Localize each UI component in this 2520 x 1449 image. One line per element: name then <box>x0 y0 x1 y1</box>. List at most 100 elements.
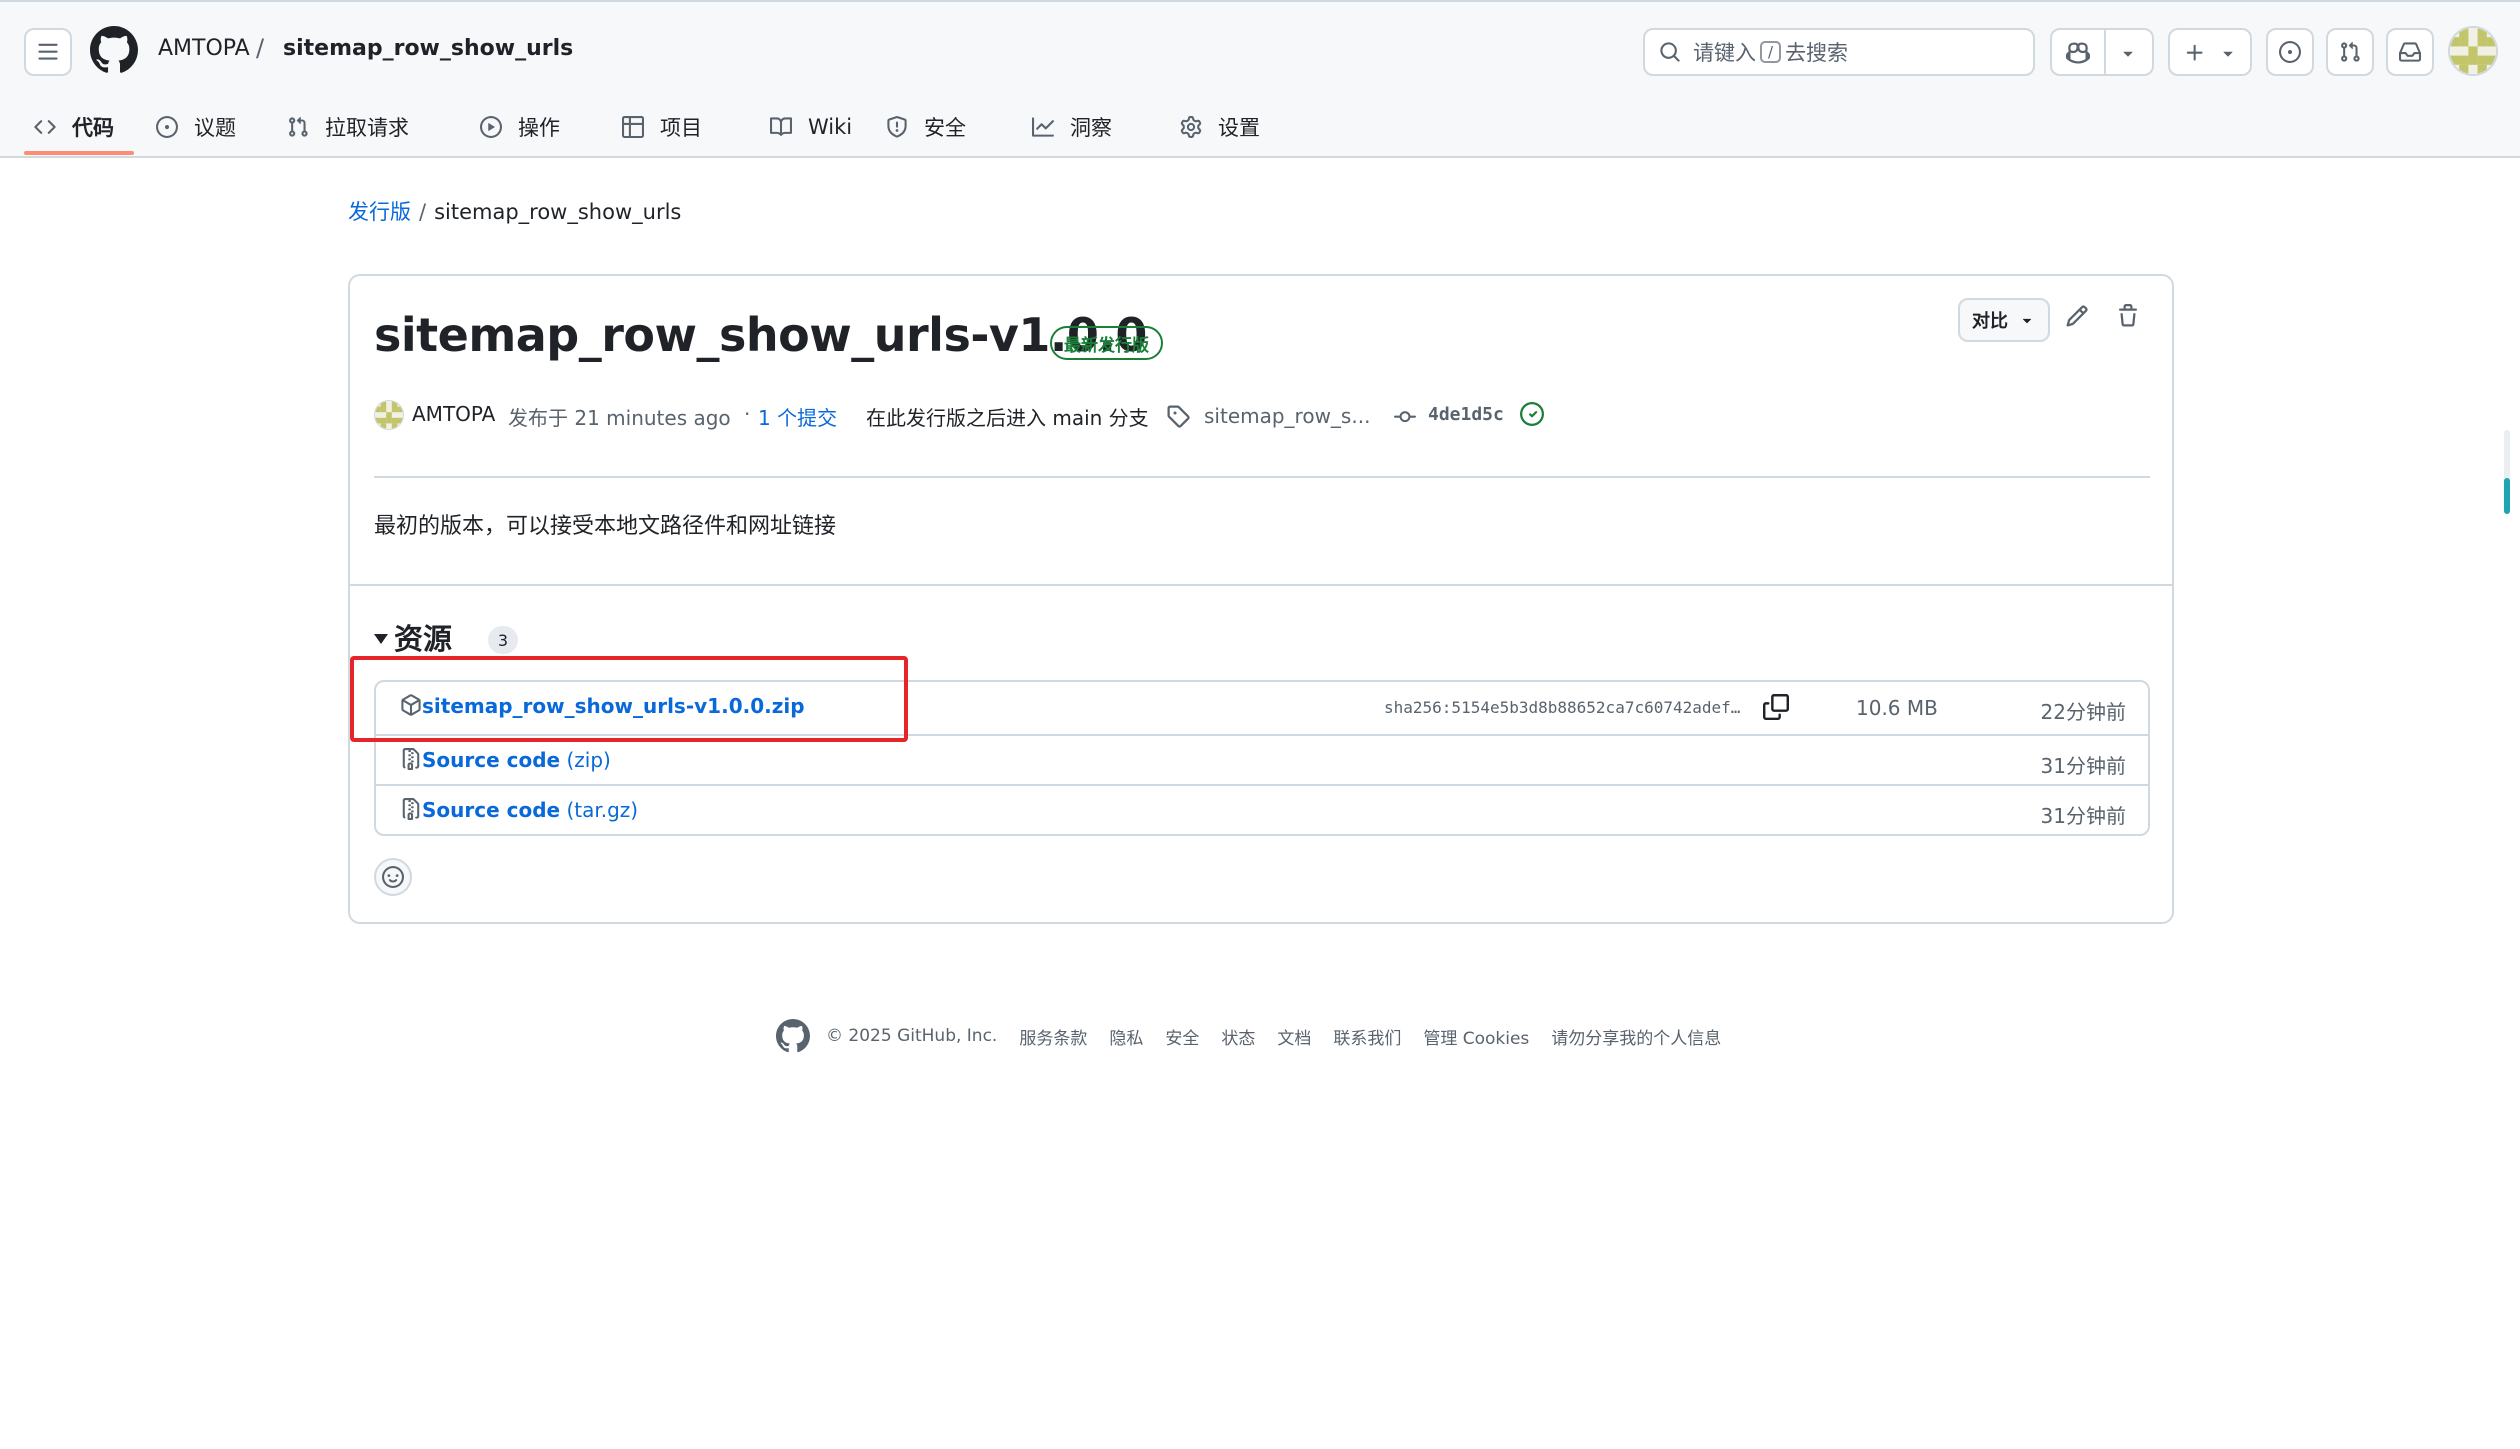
tab-label: 洞察 <box>1070 116 1112 140</box>
issue-opened-icon <box>2279 41 2301 63</box>
your-issues-button[interactable] <box>2266 28 2314 76</box>
tag-icon <box>1167 405 1190 428</box>
scrollbar-thumb[interactable] <box>2504 478 2510 514</box>
asset-size: 10.6 MB <box>1856 696 1938 720</box>
list-item: Source code (tar.gz) 31分钟前 <box>376 784 2148 834</box>
release-title[interactable]: sitemap_row_show_urls-v1.0.0 <box>374 308 1147 362</box>
tab-security[interactable]: 安全 <box>886 98 966 156</box>
footer-link-contact[interactable]: 联系我们 <box>1333 1024 1401 1049</box>
create-new-button[interactable] <box>2168 28 2252 76</box>
git-pull-request-icon <box>2341 41 2360 62</box>
search-input[interactable]: 请键入 / 去搜索 <box>1643 28 2035 76</box>
footer-link-terms[interactable]: 服务条款 <box>1019 1024 1087 1049</box>
meta-divider <box>374 476 2150 478</box>
commits-since-link[interactable]: 1 个提交 <box>758 402 837 431</box>
footer-link-security[interactable]: 安全 <box>1165 1024 1199 1049</box>
highlight-annotation <box>350 656 908 742</box>
repo-nav: 代码 议题 拉取请求 操作 项目 Wiki 安全 洞察 设置 <box>0 98 2520 156</box>
file-zip-icon <box>402 748 420 770</box>
assets-toggle[interactable]: 资源 <box>374 616 452 658</box>
tag-link[interactable]: sitemap_row_s... <box>1204 404 1370 428</box>
release-card: sitemap_row_show_urls-v1.0.0 最新发行版 对比 AM… <box>348 274 2174 924</box>
assets-heading: 资源 <box>394 622 453 656</box>
add-reaction-button[interactable] <box>374 858 412 896</box>
tab-wiki[interactable]: Wiki <box>770 98 852 156</box>
copilot-icon[interactable] <box>2066 41 2090 65</box>
chevron-down-icon <box>2022 318 2032 324</box>
file-zip-icon <box>402 798 420 820</box>
issue-opened-icon <box>156 116 178 138</box>
github-logo-icon[interactable] <box>90 26 138 74</box>
footer-link-cookies[interactable]: 管理 Cookies <box>1423 1024 1529 1049</box>
tab-projects[interactable]: 项目 <box>622 98 702 156</box>
shield-icon <box>887 116 907 138</box>
your-pull-requests-button[interactable] <box>2326 28 2374 76</box>
identicon-icon <box>375 401 403 429</box>
footer-link-status[interactable]: 状态 <box>1221 1024 1255 1049</box>
tab-pull-requests[interactable]: 拉取请求 <box>287 98 409 156</box>
asset-time: 31分钟前 <box>2040 804 2126 828</box>
git-commit-icon <box>1394 411 1416 423</box>
tab-label: Wiki <box>808 115 853 139</box>
tab-label: 议题 <box>194 116 236 140</box>
footer-link-privacy[interactable]: 隐私 <box>1109 1024 1143 1049</box>
active-tab-indicator <box>24 151 134 155</box>
tab-actions[interactable]: 操作 <box>480 98 560 156</box>
commits-since-text: 在此发行版之后进入 main 分支 <box>866 406 1149 430</box>
footer: © 2025 GitHub, Inc. 服务条款 隐私 安全 状态 文档 联系我… <box>776 1018 1721 1054</box>
plus-icon <box>2186 44 2203 61</box>
release-meta: AMTOPA 发布于 21 minutes ago · 1 个提交 在此发行版之… <box>374 398 2154 430</box>
asset-link[interactable]: Source code (tar.gz) <box>422 798 638 822</box>
compare-button[interactable]: 对比 <box>1958 298 2050 342</box>
tab-label: 项目 <box>660 116 702 140</box>
releases-link[interactable]: 发行版 <box>348 200 411 224</box>
code-icon <box>34 120 56 134</box>
footer-link-docs[interactable]: 文档 <box>1277 1024 1311 1049</box>
commit-sha-link[interactable]: 4de1d5c <box>1428 404 1504 425</box>
table-icon <box>622 116 644 138</box>
identicon-icon <box>2450 28 2496 74</box>
asset-time: 22分钟前 <box>2040 700 2126 724</box>
tab-insights[interactable]: 洞察 <box>1032 98 1112 156</box>
avatar[interactable] <box>2448 26 2498 76</box>
verified-check-icon[interactable] <box>1520 402 1544 426</box>
breadcrumb-separator: / <box>419 200 427 224</box>
gear-icon <box>1180 116 1202 138</box>
search-shortcut-key: / <box>1760 41 1782 63</box>
copy-icon[interactable] <box>1763 694 1789 720</box>
tab-label: 安全 <box>924 116 966 140</box>
tab-issues[interactable]: 议题 <box>156 98 236 156</box>
chevron-down-icon[interactable] <box>2118 43 2138 63</box>
play-icon <box>480 116 502 138</box>
pencil-icon[interactable] <box>2065 304 2089 328</box>
published-time: 发布于 21 minutes ago <box>508 406 731 430</box>
breadcrumb-separator: / <box>256 34 265 62</box>
tab-label: 拉取请求 <box>325 116 409 140</box>
tab-label: 操作 <box>518 116 560 140</box>
chevron-down-icon <box>2223 51 2233 57</box>
asset-link[interactable]: Source code (zip) <box>422 748 611 772</box>
release-notes: 最初的版本，可以接受本地文路径件和网址链接 <box>374 514 837 539</box>
owner-link[interactable]: AMTOPA <box>158 36 250 61</box>
tab-settings[interactable]: 设置 <box>1180 98 1260 156</box>
notifications-button[interactable] <box>2386 28 2434 76</box>
author-avatar[interactable] <box>374 400 404 430</box>
graph-icon <box>1032 117 1054 137</box>
tab-code[interactable]: 代码 <box>34 98 114 156</box>
breadcrumb: 发行版 / sitemap_row_show_urls <box>348 196 681 226</box>
search-icon <box>1660 42 1680 62</box>
repo-link[interactable]: sitemap_row_show_urls <box>283 36 573 61</box>
author-link[interactable]: AMTOPA <box>412 402 495 426</box>
trash-icon[interactable] <box>2116 304 2140 328</box>
search-placeholder-suffix: 去搜索 <box>1785 41 1849 65</box>
tab-label: 代码 <box>72 116 114 140</box>
assets-count-badge: 3 <box>488 626 518 654</box>
asset-format: (zip) <box>560 748 611 772</box>
github-logo-icon[interactable] <box>776 1019 810 1053</box>
asset-name: Source code <box>422 748 561 772</box>
footer-link-do-not-share[interactable]: 请勿分享我的个人信息 <box>1551 1024 1721 1049</box>
footer-copyright: © 2025 GitHub, Inc. <box>826 1026 998 1046</box>
hamburger-icon <box>38 43 58 60</box>
menu-button[interactable] <box>24 28 72 76</box>
book-icon <box>770 117 792 136</box>
